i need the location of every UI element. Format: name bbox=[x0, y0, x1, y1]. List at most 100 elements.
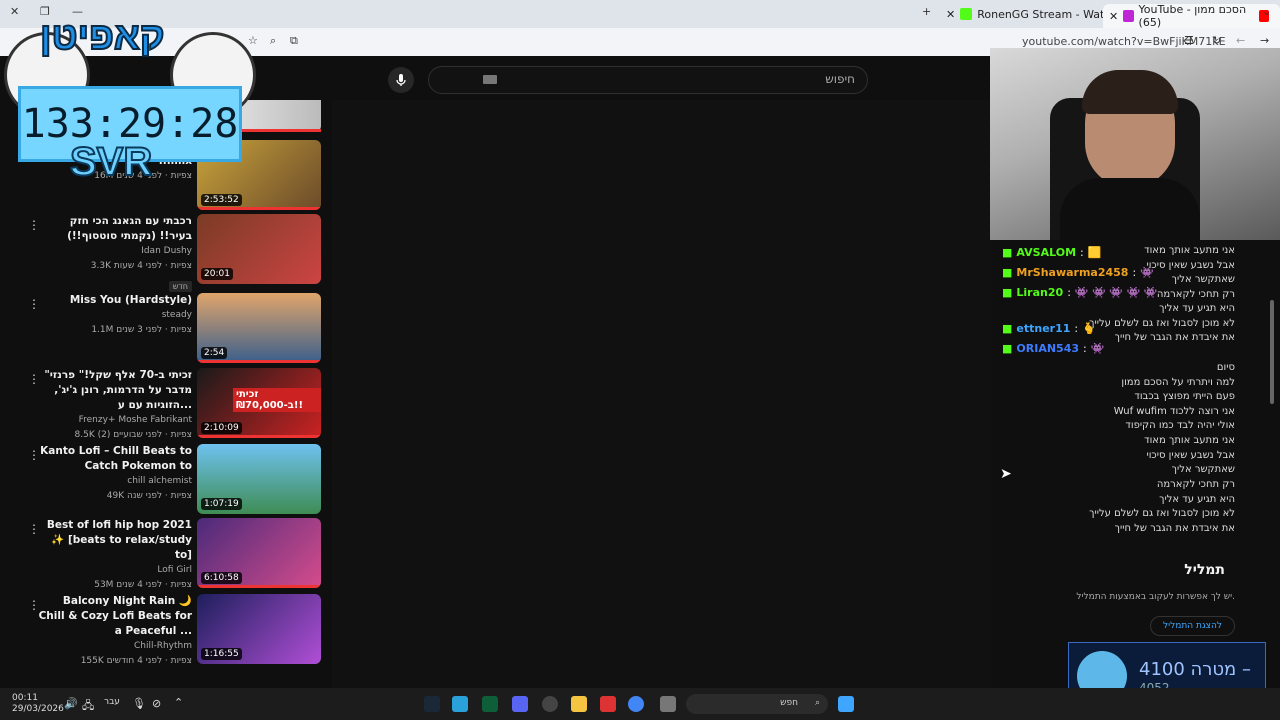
transcript-line[interactable]: אולי יהיה לבד כמו הקיפוד bbox=[1125, 420, 1235, 431]
transcript-line[interactable]: למה ויתרתי על הסכם ממון bbox=[1121, 377, 1235, 388]
media-player-icon[interactable] bbox=[542, 696, 558, 712]
video-title[interactable]: Balcony Night Rain 🌙 Chill & Cozy Lofi B… bbox=[34, 594, 192, 639]
tray-expand-icon[interactable]: ⌃ bbox=[174, 696, 183, 709]
search-input[interactable]: חיפוש bbox=[428, 66, 868, 94]
video-title[interactable]: Best of lofi hip hop 2021 ✨ [beats to re… bbox=[34, 518, 192, 563]
task-view-icon[interactable] bbox=[660, 696, 676, 712]
transcript-line: שאתקשר אליך bbox=[1171, 274, 1235, 285]
taskbar-search[interactable]: חפש ⌕ bbox=[686, 694, 828, 714]
tab-label: YouTube - הסכם ממון (65) bbox=[1138, 3, 1247, 29]
transcript-line[interactable]: פעם הייתי מפוצץ בכבוד bbox=[1134, 391, 1235, 402]
file-explorer-icon[interactable] bbox=[571, 696, 587, 712]
emote-icon: 👾 bbox=[1140, 266, 1154, 279]
video-meta: 53M צפיות · לפני 4 שנים bbox=[94, 580, 192, 590]
headphones-shape bbox=[1082, 70, 1178, 114]
discord-icon[interactable] bbox=[512, 696, 528, 712]
muted-icon[interactable]: ⊘ bbox=[152, 697, 161, 710]
video-thumbnail[interactable]: 1:16:55 bbox=[197, 594, 321, 664]
volume-icon[interactable]: 🔊 bbox=[64, 697, 78, 710]
system-clock[interactable]: 00:11 29/03/2026 bbox=[12, 693, 64, 715]
keyboard-icon[interactable] bbox=[483, 75, 497, 84]
tab-youtube[interactable]: ✕ YouTube - הסכם ממון (65) bbox=[1103, 3, 1280, 29]
emote-icon: 🟨 bbox=[1087, 246, 1102, 259]
video-thumbnail[interactable]: 1:07:19 bbox=[197, 444, 321, 514]
video-title[interactable]: רכבתי עם הגאנג הכי חזק בעיר!! (נקמתי סוט… bbox=[34, 214, 192, 244]
chat-username[interactable]: AVSALOM bbox=[1016, 246, 1076, 259]
site-settings-icon[interactable]: ☰ bbox=[1184, 34, 1194, 47]
transcript-line[interactable]: לא מוכן לסבול ואז גם לשלם עלייך bbox=[1089, 508, 1235, 519]
duration-badge: 2:53:52 bbox=[201, 194, 242, 206]
video-thumbnail[interactable]: זכיתי ב-₪70,000!! 2:10:09 bbox=[197, 368, 321, 438]
list-item[interactable]: ⋮ 2:54 Miss You (Hardstyle) steady 1.1M … bbox=[0, 293, 330, 365]
telegram-icon[interactable] bbox=[452, 696, 468, 712]
transcript-line: לא מוכן לסבול ואז גם לשלם עלייך bbox=[1089, 318, 1235, 329]
windows-start-icon[interactable] bbox=[838, 696, 854, 712]
list-item[interactable]: ⋮ 6:10:58 Best of lofi hip hop 2021 ✨ [b… bbox=[0, 518, 330, 590]
new-tab-icon[interactable]: + bbox=[922, 5, 931, 18]
chat-username[interactable]: ettner11 bbox=[1016, 322, 1070, 335]
list-item[interactable]: ⋮ 1:16:55 Balcony Night Rain 🌙 Chill & C… bbox=[0, 594, 330, 666]
video-title[interactable]: Kanto Lofi – Chill Beats to Catch Pokemo… bbox=[34, 444, 192, 474]
video-player[interactable] bbox=[332, 100, 990, 688]
chat-username[interactable]: Liran20 bbox=[1016, 286, 1063, 299]
tab-close-icon[interactable]: ✕ bbox=[946, 8, 955, 21]
transcript-line: אני מתעב אותך מאוד bbox=[1144, 245, 1235, 256]
share-icon[interactable]: ⧉ bbox=[290, 34, 298, 48]
list-item[interactable]: ⋮ זכיתי ב-₪70,000!! 2:10:09 "זכיתי ב-70 … bbox=[0, 368, 330, 440]
transcript-line: רק תחכי לקארמה bbox=[1156, 289, 1235, 300]
video-thumbnail[interactable]: 20:01 bbox=[197, 214, 321, 284]
show-transcript-button[interactable]: להצגת התמליל bbox=[1150, 616, 1235, 636]
transcript-line[interactable]: שאתקשר אליך bbox=[1172, 464, 1235, 475]
chat-message: ■ ettner11 : 🫰 bbox=[1002, 322, 1096, 335]
notification-app-icon[interactable] bbox=[600, 696, 616, 712]
voice-search-button[interactable] bbox=[388, 67, 414, 93]
microphone-tray-icon[interactable]: 🎙 bbox=[132, 697, 146, 710]
chrome-icon[interactable] bbox=[628, 696, 644, 712]
new-badge: חדש bbox=[168, 281, 192, 292]
transcript-line[interactable]: אני מתעב אותך מאוד bbox=[1144, 435, 1235, 446]
transcript-line[interactable]: Wuf wufim אני רוצה ללכוד bbox=[1114, 406, 1235, 417]
steam-icon[interactable] bbox=[424, 696, 440, 712]
channel-name[interactable]: Frenzy+ Moshe Fabrikant bbox=[34, 413, 192, 428]
tab-close-icon[interactable]: ✕ bbox=[1109, 10, 1118, 23]
transcript-line[interactable]: היא תגיע עד אליך bbox=[1159, 494, 1235, 505]
tab-list-icon[interactable]: ⌄ bbox=[1262, 5, 1271, 18]
kick-icon bbox=[960, 8, 973, 20]
app-icon[interactable] bbox=[482, 696, 498, 712]
channel-name[interactable]: Idan Dushy bbox=[34, 244, 192, 259]
clock-time: 00:11 bbox=[12, 693, 38, 703]
chat-username[interactable]: MrShawarma2458 bbox=[1016, 266, 1128, 279]
chat-message: ■ AVSALOM : 🟨 bbox=[1002, 246, 1102, 259]
video-thumbnail[interactable]: 2:54 bbox=[197, 293, 321, 363]
duration-badge: 6:10:58 bbox=[201, 572, 242, 584]
video-title[interactable]: Miss You (Hardstyle) bbox=[34, 293, 192, 308]
transcript-line[interactable]: אבל נשבע שאין סיכוי bbox=[1146, 450, 1235, 461]
channel-name[interactable]: chill alchemist bbox=[34, 474, 192, 489]
list-item[interactable]: ⋮ 1:07:19 Kanto Lofi – Chill Beats to Ca… bbox=[0, 444, 330, 516]
video-title[interactable]: "זכיתי ב-70 אלף שקל!" פרנזי מדבר על הדרמ… bbox=[34, 368, 192, 413]
duration-badge: 1:16:55 bbox=[201, 648, 242, 660]
chat-username[interactable]: ORIAN543 bbox=[1016, 342, 1079, 355]
channel-name[interactable]: steady bbox=[34, 308, 192, 323]
chat-and-transcript-panel: אני מתעב אותך מאוד אבל נשבע שאין סיכוי ש… bbox=[990, 240, 1280, 688]
video-meta: 3.3K צפיות · לפני 4 שעות bbox=[90, 261, 192, 271]
kick-badge-icon: ■ bbox=[1002, 286, 1013, 299]
list-item[interactable]: ⋮ 20:01 רכבתי עם הגאנג הכי חזק בעיר!! (נ… bbox=[0, 214, 330, 292]
network-icon[interactable]: 🖧 bbox=[82, 697, 94, 716]
duration-badge: 2:54 bbox=[201, 347, 228, 359]
url-field[interactable]: youtube.com/watch?v=BwFjiKM71kE bbox=[1022, 35, 1226, 48]
scrollbar[interactable] bbox=[1270, 300, 1274, 404]
forward-icon[interactable]: ← bbox=[1236, 34, 1245, 47]
back-icon[interactable]: → bbox=[1260, 34, 1269, 47]
language-indicator[interactable]: עבר bbox=[104, 697, 120, 707]
channel-name[interactable]: Chill-Rhythm bbox=[34, 639, 192, 654]
zoom-icon[interactable]: ⌕ bbox=[270, 34, 276, 48]
video-thumbnail[interactable]: 6:10:58 bbox=[197, 518, 321, 588]
transcript-line[interactable]: סיום bbox=[1217, 362, 1235, 373]
reload-icon[interactable]: ↻ bbox=[1212, 34, 1221, 47]
transcript-line[interactable]: רק תחכי לקארמה bbox=[1157, 479, 1235, 490]
channel-name[interactable]: Lofi Girl bbox=[34, 563, 192, 578]
media-icon bbox=[1123, 10, 1134, 22]
video-meta: 1.1M צפיות · לפני 3 שנים bbox=[91, 325, 192, 335]
transcript-line[interactable]: את איבדת את הגבר של חייך bbox=[1115, 523, 1235, 534]
